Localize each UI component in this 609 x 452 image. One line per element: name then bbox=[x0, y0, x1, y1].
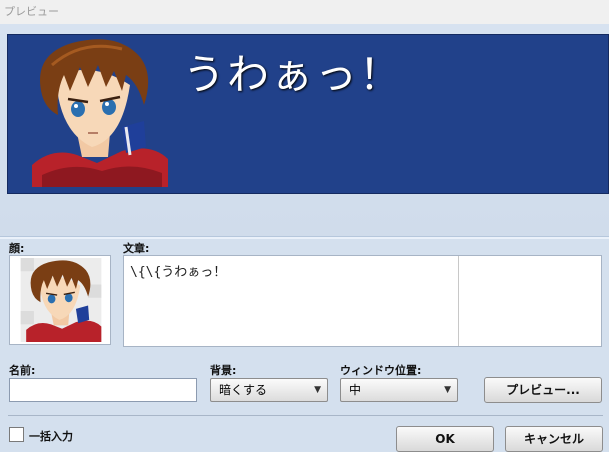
batch-input-checkbox[interactable] bbox=[9, 427, 24, 442]
preview-button[interactable]: プレビュー... bbox=[484, 377, 602, 403]
window-position-select[interactable]: 中 ▼ bbox=[340, 378, 458, 402]
background-select-value: 暗くする bbox=[219, 383, 268, 397]
background-select[interactable]: 暗くする ▼ bbox=[210, 378, 328, 402]
name-input[interactable] bbox=[9, 378, 197, 402]
cancel-button[interactable]: キャンセル bbox=[505, 426, 603, 452]
background-label: 背景: bbox=[210, 364, 237, 377]
text-label: 文章: bbox=[123, 242, 150, 255]
face-portrait-large bbox=[32, 39, 168, 187]
panel-divider bbox=[0, 236, 609, 239]
dropdown-arrow-icon: ▼ bbox=[314, 385, 321, 395]
batch-input-label: 一括入力 bbox=[29, 430, 73, 443]
preview-message-text: うわぁっ！ bbox=[183, 50, 404, 99]
face-portrait-thumbnail bbox=[20, 258, 102, 342]
footer-separator bbox=[8, 415, 603, 416]
message-text-value: \{\{うわぁっ！ bbox=[130, 265, 227, 280]
message-text-area[interactable]: \{\{うわぁっ！ bbox=[123, 255, 602, 347]
text-width-guide-line bbox=[458, 256, 459, 346]
name-label: 名前: bbox=[9, 364, 36, 377]
face-label: 顔: bbox=[9, 242, 25, 255]
ok-button[interactable]: OK bbox=[396, 426, 494, 452]
window-title: プレビュー bbox=[0, 0, 609, 24]
dropdown-arrow-icon: ▼ bbox=[444, 385, 451, 395]
face-selector[interactable] bbox=[9, 255, 111, 345]
message-window-preview: うわぁっ！ bbox=[7, 34, 609, 194]
window-position-select-value: 中 bbox=[349, 383, 362, 397]
window-position-label: ウィンドウ位置: bbox=[340, 364, 422, 377]
